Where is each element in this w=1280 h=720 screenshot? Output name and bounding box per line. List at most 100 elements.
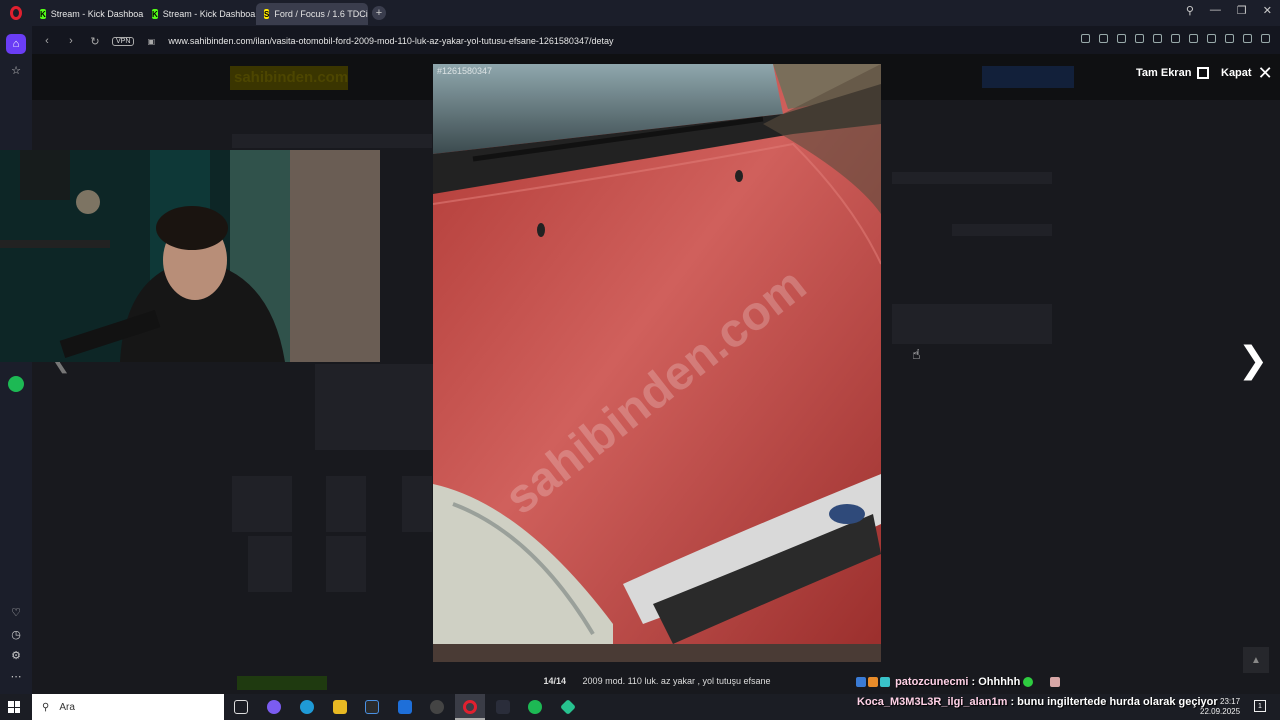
spotify-taskbar-icon[interactable] <box>528 700 542 714</box>
play-icon[interactable] <box>1171 34 1180 43</box>
profile-icon[interactable] <box>1243 34 1252 43</box>
close-icon: ✕ <box>1257 63 1273 83</box>
chat-text: bunu ingiltertede hurda olarak geçiyor <box>1017 696 1218 708</box>
address-bar-actions <box>1081 34 1270 43</box>
forward-icon[interactable]: › <box>64 35 78 47</box>
safety-info-dimmed <box>892 304 1052 344</box>
listing-title-dimmed <box>232 134 432 148</box>
next-arrow-icon[interactable]: ❯ <box>1238 340 1272 380</box>
photo-counter: 14/14 <box>543 676 567 686</box>
url-field[interactable]: www.sahibinden.com/ilan/vasita-otomobil-… <box>168 36 613 46</box>
opera-icon <box>463 700 477 714</box>
reader-icon[interactable] <box>1081 34 1090 43</box>
header-button <box>982 66 1074 88</box>
thumbnail <box>248 536 292 592</box>
caption-text: 2009 mod. 110 luk. az yakar , yol tutuşu… <box>582 676 771 686</box>
menu-icon[interactable] <box>1225 34 1234 43</box>
edit-icon[interactable] <box>1117 34 1126 43</box>
tab-sahibinden-listing[interactable]: S Ford / Focus / 1.6 TDCi / 1 <box>256 3 368 25</box>
search-icon: ⚲ <box>42 701 50 713</box>
heart-icon[interactable] <box>1189 34 1198 43</box>
emote-icon <box>1023 677 1034 688</box>
star-icon[interactable]: ☆ <box>10 64 22 77</box>
thumbnail <box>326 476 366 532</box>
emote-icon <box>856 677 866 688</box>
lock-icon: ▣ <box>147 36 156 46</box>
copilot-icon[interactable] <box>267 700 281 714</box>
download-icon[interactable] <box>1207 34 1216 43</box>
windows-start-icon[interactable] <box>8 701 20 713</box>
gallery-photo: #1261580347 sahibinden.com <box>433 64 881 662</box>
chat-username: Koca_M3M3L3R_ilgi_alan1m <box>857 696 1008 708</box>
chat-message: patozcunecmi : Ohhhhh <box>856 676 1062 688</box>
notification-icon[interactable]: 1 <box>1254 700 1266 712</box>
tab-strip: K Stream - Kick Dashboard K Stream - Kic… <box>0 0 1280 26</box>
window-controls: ⚲ — ❐ ✕ <box>1186 4 1272 17</box>
seller-info-dimmed <box>892 172 1052 184</box>
app-icon[interactable] <box>560 699 576 715</box>
phone-dimmed <box>952 224 1052 236</box>
spotify-icon[interactable] <box>8 376 24 392</box>
tab-label: Stream - Kick Dashboard <box>50 9 144 19</box>
reload-icon[interactable]: ↻ <box>88 35 102 48</box>
photo-area-dimmed <box>315 364 435 450</box>
kick-icon: K <box>152 9 158 19</box>
emote-icon <box>880 677 890 688</box>
thumbnail <box>232 476 292 532</box>
fullscreen-label: Tam Ekran <box>1136 67 1192 79</box>
obs-icon[interactable] <box>430 700 444 714</box>
zoom-icon[interactable] <box>1099 34 1108 43</box>
thumbnail <box>326 536 366 592</box>
thumbnail <box>402 476 432 532</box>
heart-icon[interactable]: ♡ <box>10 606 22 619</box>
file-explorer-icon[interactable] <box>333 700 347 714</box>
fullscreen-button[interactable]: Tam Ekran <box>1136 67 1210 79</box>
site-logo: sahibinden.com <box>230 66 348 90</box>
chat-message: Koca_M3M3L3R_ilgi_alan1m : bunu ingilter… <box>857 696 1218 708</box>
terminal-icon[interactable] <box>496 700 510 714</box>
opera-logo-icon[interactable] <box>0 0 32 26</box>
tab-label: Ford / Focus / 1.6 TDCi / 1 <box>274 9 368 19</box>
emote-icon <box>868 677 878 688</box>
green-button-dimmed <box>237 676 327 690</box>
edge-icon[interactable] <box>300 700 314 714</box>
taskbar-search[interactable]: ⚲ Ara <box>32 694 224 720</box>
more-icon[interactable]: ⋯ <box>10 670 22 683</box>
chat-text: Ohhhhh <box>978 676 1021 688</box>
scroll-top-button[interactable]: ▲ <box>1243 647 1269 673</box>
search-tabs-icon[interactable]: ⚲ <box>1186 4 1194 17</box>
close-window-button[interactable]: ✕ <box>1263 4 1272 17</box>
close-gallery-button[interactable]: Kapat ✕ <box>1221 63 1273 83</box>
search-placeholder: Ara <box>59 701 75 713</box>
history-icon[interactable]: ◷ <box>10 628 22 641</box>
photo-id: #1261580347 <box>437 66 493 76</box>
camera-icon[interactable] <box>1135 34 1144 43</box>
outlook-icon[interactable] <box>398 700 412 714</box>
webcam-overlay <box>0 150 380 362</box>
restore-button[interactable]: ❐ <box>1237 4 1247 17</box>
emote-icon <box>1050 677 1061 688</box>
back-icon[interactable]: ‹ <box>40 35 54 47</box>
shield-icon[interactable] <box>1153 34 1162 43</box>
vpn-badge[interactable]: VPN <box>112 36 135 46</box>
home-icon[interactable]: ⌂ <box>6 34 26 54</box>
tab-kick-dashboard-2[interactable]: K Stream - Kick Dashboard <box>144 3 256 25</box>
chat-username: patozcunecmi <box>895 676 969 688</box>
task-view-icon[interactable] <box>234 700 248 714</box>
new-tab-button[interactable]: + <box>372 6 386 20</box>
chat-separator: : <box>968 676 979 688</box>
settings-icon[interactable]: ⚙ <box>10 649 22 662</box>
store-icon[interactable] <box>365 700 379 714</box>
tab-label: Stream - Kick Dashboard <box>162 9 256 19</box>
address-bar: ‹ › ↻ VPN ▣ www.sahibinden.com/ilan/vasi… <box>32 28 1280 54</box>
minimize-button[interactable]: — <box>1210 4 1221 17</box>
chat-separator: : <box>1007 696 1018 708</box>
tab-kick-dashboard-1[interactable]: K Stream - Kick Dashboard <box>32 3 144 25</box>
close-label: Kapat <box>1221 67 1252 79</box>
sahibinden-icon: S <box>264 9 270 19</box>
kick-icon: K <box>40 9 46 19</box>
clock-date: 22.09.2025 <box>1200 707 1241 716</box>
fullscreen-icon <box>1197 67 1210 79</box>
extensions-icon[interactable] <box>1261 34 1270 43</box>
hand-cursor-icon: ☝ <box>912 346 921 362</box>
